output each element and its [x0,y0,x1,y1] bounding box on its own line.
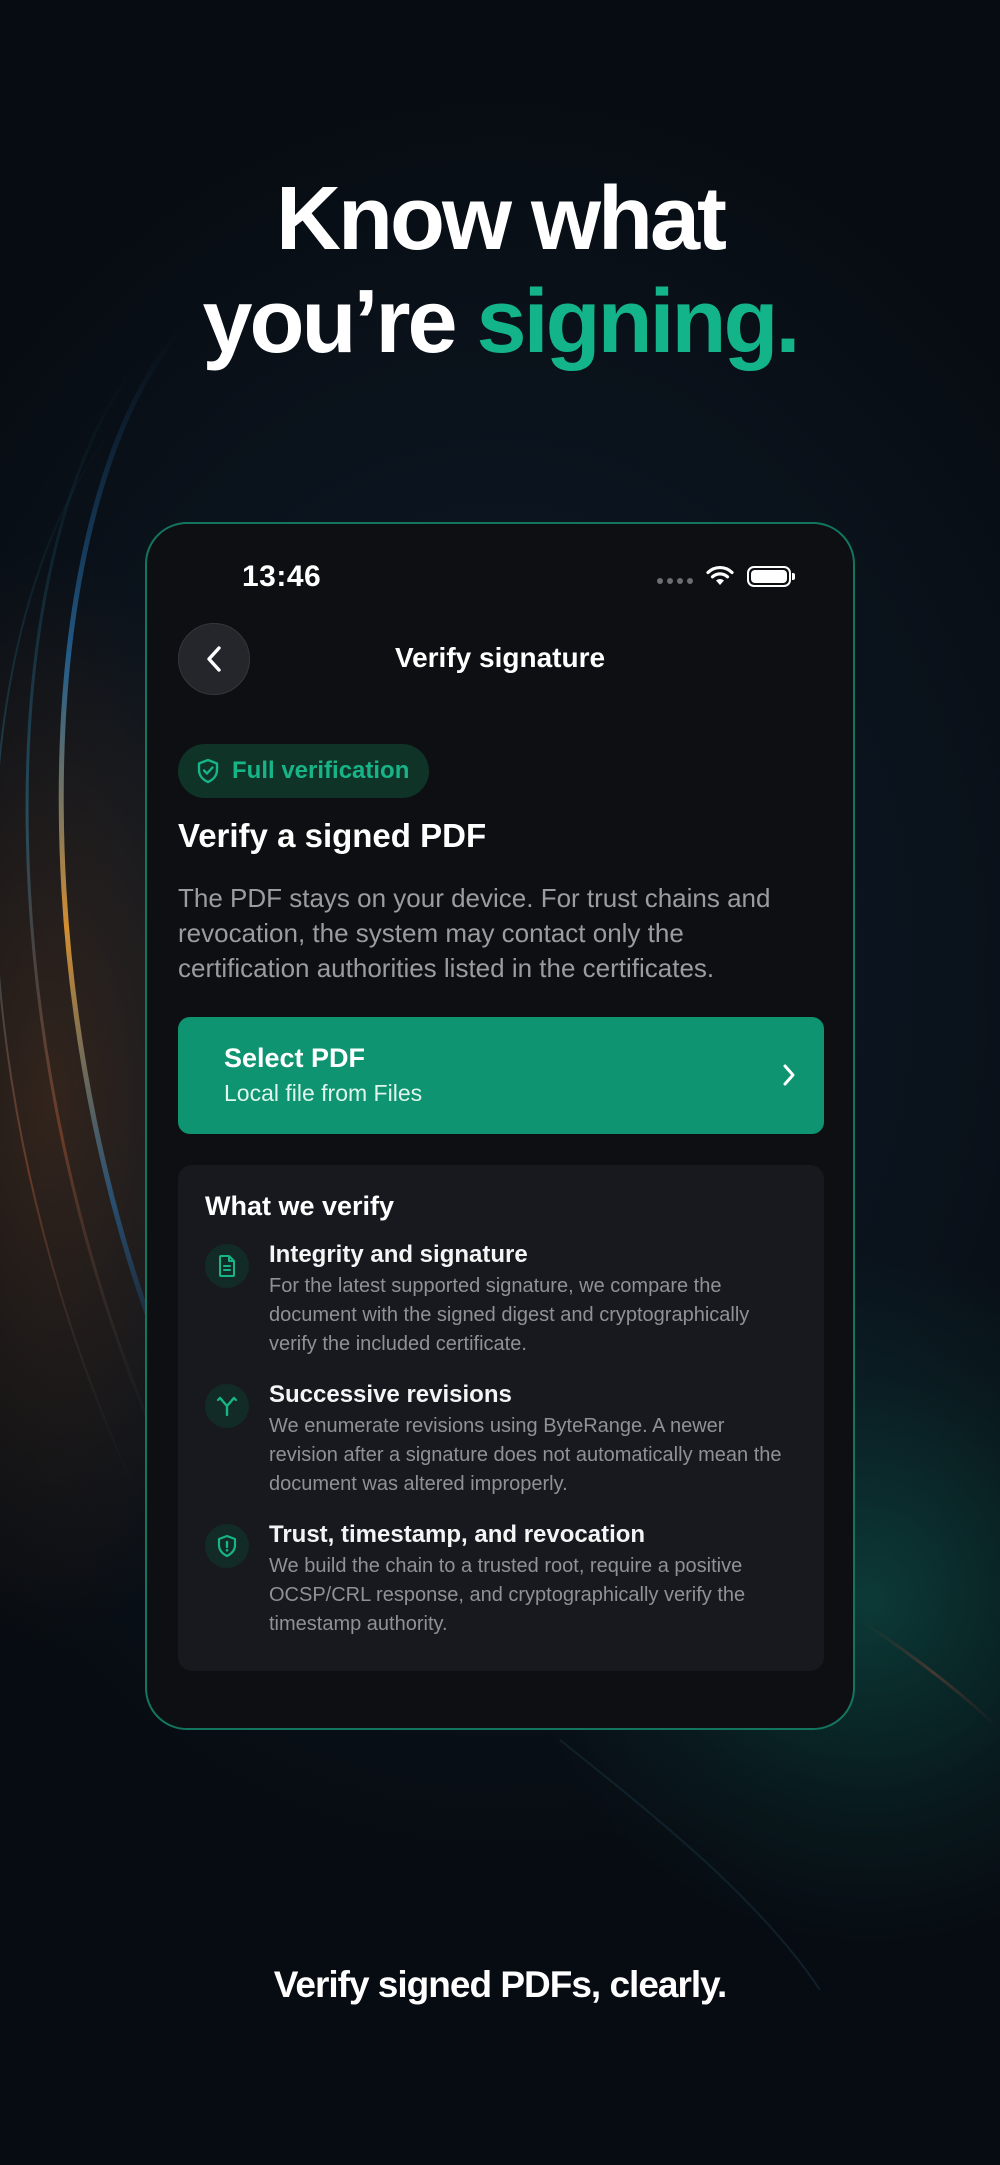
select-pdf-button[interactable]: Select PDF Local file from Files [178,1017,824,1134]
headline-line-2: you’re signing. [0,271,1000,374]
badge-label: Full verification [232,757,410,784]
wifi-icon [706,565,734,585]
feature-description: We build the chain to a trusted root, re… [269,1555,746,1635]
feature-title: Integrity and signature [269,1241,528,1268]
cellular-signal-icon [657,578,693,584]
select-pdf-subtitle: Local file from Files [224,1080,423,1106]
feature-description: For the latest supported signature, we c… [269,1275,750,1355]
feature-description: We enumerate revisions using ByteRange. … [269,1415,782,1495]
feature-item-revisions: Successive revisions We enumerate revisi… [205,1380,798,1520]
headline-line-1: Know what [276,169,727,269]
card-title: What we verify [205,1191,395,1221]
feature-item-integrity: Integrity and signature For the latest s… [205,1240,798,1380]
select-pdf-title: Select PDF [224,1043,366,1073]
nav-title: Verify signature [394,642,606,673]
shield-icon [205,1524,249,1568]
status-time: 13:46 [242,560,322,593]
section-title: Verify a signed PDF [178,817,487,854]
tagline: Verify signed PDFs, clearly. [273,1964,728,2005]
feature-title: Successive revisions [269,1381,512,1408]
hero-headline: Know what you’re signing. [0,168,1000,374]
headline-accent: signing. [476,272,801,372]
battery-icon [747,565,795,587]
status-icons [657,564,795,588]
full-verification-badge: Full verification [178,744,430,798]
what-we-verify-card: What we verify Integrity and signature F… [178,1165,824,1671]
chevron-right-icon [783,1064,795,1086]
phone-frame: 13:46 Verify signature Full verification… [145,522,855,1730]
section-description: The PDF stays on your device. For trust … [178,883,771,983]
feature-item-trust: Trust, timestamp, and revocation We buil… [205,1520,798,1660]
headline-line-2-prefix: you’re [202,272,477,372]
branch-icon [205,1384,249,1428]
document-icon [205,1244,249,1288]
feature-title: Trust, timestamp, and revocation [269,1521,646,1548]
shield-check-icon [197,758,219,784]
